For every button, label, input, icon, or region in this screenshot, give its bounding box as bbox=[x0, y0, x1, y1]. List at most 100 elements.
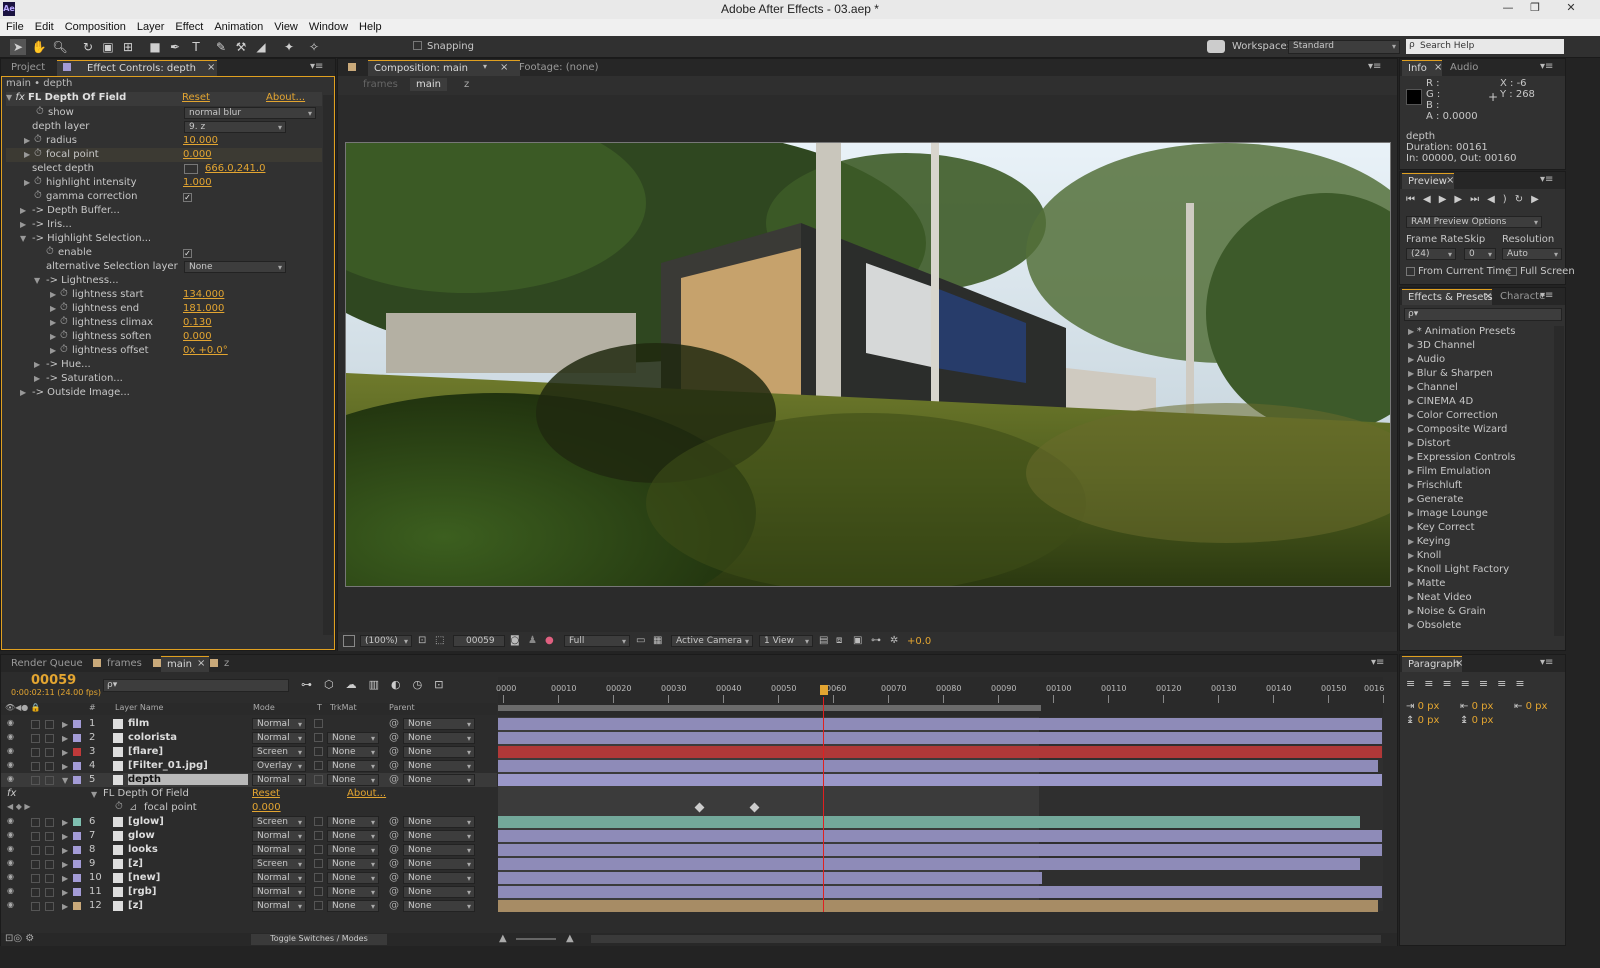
pick-whip-icon[interactable]: @ bbox=[389, 872, 399, 883]
comp-dropdown-icon[interactable]: ▾ bbox=[483, 62, 487, 71]
stopwatch-icon[interactable]: ⏱ bbox=[60, 302, 68, 313]
close-main-tab-icon[interactable]: × bbox=[197, 658, 205, 669]
layer-row[interactable]: ◉ ▶ 1 film Normal @ None bbox=[1, 717, 497, 731]
eye-icon[interactable]: ◉ bbox=[7, 816, 14, 825]
eye-icon[interactable]: ◉ bbox=[7, 718, 14, 727]
rotate-tool-icon[interactable]: ↻ bbox=[80, 39, 96, 55]
expand-triangle-icon[interactable]: ▶ bbox=[50, 304, 56, 313]
space-before-value[interactable]: 0 px bbox=[1418, 715, 1440, 726]
lock-switch[interactable] bbox=[45, 762, 54, 771]
layer-row[interactable]: ◉ ▶ 9 [z] Screen None @ None bbox=[1, 857, 497, 871]
track-matte-dropdown[interactable]: None bbox=[327, 816, 379, 828]
pen-tool-icon[interactable]: ✒ bbox=[167, 39, 183, 55]
camera-view-dropdown[interactable]: Active Camera bbox=[671, 635, 753, 647]
layer-duration-bar[interactable] bbox=[498, 718, 1382, 730]
pick-whip-icon[interactable]: @ bbox=[389, 774, 399, 785]
effect-category-channel[interactable]: ▶ Channel bbox=[1408, 382, 1458, 396]
prop-value-select-depth[interactable]: 666.0,241.0 bbox=[205, 163, 265, 177]
justify-right-icon[interactable]: ≡ bbox=[1497, 677, 1515, 690]
solo-switch[interactable] bbox=[31, 818, 40, 827]
prop-value-highlight-intensity[interactable]: 1.000 bbox=[183, 177, 212, 191]
effect-category-composite-wizard[interactable]: ▶ Composite Wizard bbox=[1408, 424, 1507, 438]
effect-category-keying[interactable]: ▶ Keying bbox=[1408, 536, 1450, 550]
pan-behind-tool-icon[interactable]: ⊞ bbox=[120, 39, 136, 55]
prop-row-saturation[interactable]: ▶ -> Saturation... bbox=[6, 372, 322, 386]
layer-label-color[interactable] bbox=[73, 846, 81, 854]
layer-duration-bar[interactable] bbox=[498, 816, 1360, 828]
brush-tool-icon[interactable]: ✎ bbox=[213, 39, 229, 55]
expand-triangle-icon[interactable]: ▶ bbox=[50, 332, 56, 341]
expand-triangle-icon[interactable]: ▶ bbox=[1408, 397, 1417, 406]
fast-previews-icon[interactable]: ⧈ bbox=[836, 635, 842, 646]
stopwatch-icon[interactable]: ⏱ bbox=[60, 316, 68, 327]
track-matte-dropdown[interactable]: None bbox=[327, 900, 379, 912]
effect-category-distort[interactable]: ▶ Distort bbox=[1408, 438, 1450, 452]
layer-name[interactable]: [Filter_01.jpg] bbox=[128, 760, 208, 771]
lock-switch[interactable] bbox=[45, 874, 54, 883]
timeline-icon[interactable]: ▣ bbox=[853, 635, 862, 646]
pick-whip-icon[interactable]: @ bbox=[389, 718, 399, 729]
expand-triangle-icon[interactable]: ▶ bbox=[20, 388, 26, 397]
effect-category-cinema-4d[interactable]: ▶ CINEMA 4D bbox=[1408, 396, 1473, 410]
rectangle-tool-icon[interactable]: ■ bbox=[147, 39, 163, 55]
expand-triangle-icon[interactable]: ▶ bbox=[1408, 355, 1417, 364]
expand-triangle-icon[interactable]: ▼ bbox=[20, 234, 26, 243]
align-left-icon[interactable]: ≡ bbox=[1406, 677, 1424, 690]
expand-triangle-icon[interactable]: ▶ bbox=[50, 346, 56, 355]
snapping-checkbox[interactable] bbox=[413, 41, 422, 53]
preserve-transparency-switch[interactable] bbox=[314, 775, 323, 784]
expand-triangle-icon[interactable]: ▶ bbox=[1408, 593, 1417, 602]
effect-category-animation-presets[interactable]: ▶ * Animation Presets bbox=[1408, 326, 1515, 340]
timeline-zoom-slider[interactable] bbox=[516, 938, 556, 940]
preserve-transparency-switch[interactable] bbox=[314, 859, 323, 868]
prop-value-lightness-start[interactable]: 134.000 bbox=[183, 289, 224, 303]
track-matte-dropdown[interactable]: None bbox=[327, 872, 379, 884]
prop-row-enable[interactable]: ⏱ enable bbox=[6, 246, 322, 260]
solo-switch[interactable] bbox=[31, 734, 40, 743]
close-effects-tab-icon[interactable]: × bbox=[1484, 291, 1492, 302]
layer-row[interactable]: ◉ ▶ 12 [z] Normal None @ None bbox=[1, 899, 497, 913]
parent-dropdown[interactable]: None bbox=[403, 732, 475, 744]
crumb-main[interactable]: main bbox=[410, 78, 447, 91]
layer-label-color[interactable] bbox=[73, 874, 81, 882]
track-matte-dropdown[interactable]: None bbox=[327, 774, 379, 786]
layer-duration-bar[interactable] bbox=[498, 830, 1382, 842]
skip-dropdown[interactable]: 0 bbox=[1464, 248, 1496, 260]
tab-z[interactable]: z bbox=[218, 656, 235, 672]
effect-category-obsolete[interactable]: ▶ Obsolete bbox=[1408, 620, 1461, 634]
menu-view[interactable]: View bbox=[268, 19, 303, 33]
layer-mode-dropdown[interactable]: Normal bbox=[252, 774, 306, 786]
justify-center-icon[interactable]: ≡ bbox=[1479, 677, 1497, 690]
preserve-transparency-switch[interactable] bbox=[314, 719, 323, 728]
type-tool-icon[interactable]: T bbox=[188, 39, 204, 55]
expand-layer-triangle-icon[interactable]: ▶ bbox=[62, 748, 68, 757]
expand-triangle-icon[interactable]: ▶ bbox=[1408, 565, 1417, 574]
roto-brush-tool-icon[interactable]: ✦ bbox=[281, 39, 297, 55]
pick-whip-icon[interactable]: @ bbox=[389, 900, 399, 911]
expand-triangle-icon[interactable]: ▶ bbox=[24, 136, 30, 145]
expand-triangle-icon[interactable]: ▶ bbox=[1408, 383, 1417, 392]
effect-category-audio[interactable]: ▶ Audio bbox=[1408, 354, 1445, 368]
solo-switch[interactable] bbox=[31, 762, 40, 771]
lock-switch[interactable] bbox=[45, 734, 54, 743]
solo-switch[interactable] bbox=[31, 874, 40, 883]
layer-name[interactable]: film bbox=[128, 718, 149, 729]
resolution-dropdown[interactable]: Full bbox=[564, 635, 630, 647]
layer-label-color[interactable] bbox=[73, 762, 81, 770]
layer-row[interactable]: ◉ ▶ 3 [flare] Screen None @ None bbox=[1, 745, 497, 759]
layer-name[interactable]: [new] bbox=[128, 872, 160, 883]
timeline-search-input[interactable]: ρ▾ bbox=[103, 679, 289, 692]
prop-row-focal-point[interactable]: ▶ ⏱ focal point bbox=[6, 148, 322, 162]
effect-category-color-correction[interactable]: ▶ Color Correction bbox=[1408, 410, 1498, 424]
layer-mode-dropdown[interactable]: Normal bbox=[252, 900, 306, 912]
parent-dropdown[interactable]: None bbox=[403, 816, 475, 828]
timeline-horizontal-scrollbar[interactable] bbox=[591, 935, 1381, 943]
layer-row[interactable]: ◉ ▶ 11 [rgb] Normal None @ None bbox=[1, 885, 497, 899]
ram-preview-icon[interactable]: ▶ bbox=[1531, 194, 1547, 205]
layer-name[interactable]: [z] bbox=[128, 900, 143, 911]
eye-icon[interactable]: ◉ bbox=[7, 844, 14, 853]
transparency-grid-icon[interactable]: ▦ bbox=[653, 635, 662, 646]
track-matte-dropdown[interactable]: None bbox=[327, 830, 379, 842]
expand-layer-triangle-icon[interactable]: ▶ bbox=[62, 846, 68, 855]
layer-mode-dropdown[interactable]: Normal bbox=[252, 718, 306, 730]
